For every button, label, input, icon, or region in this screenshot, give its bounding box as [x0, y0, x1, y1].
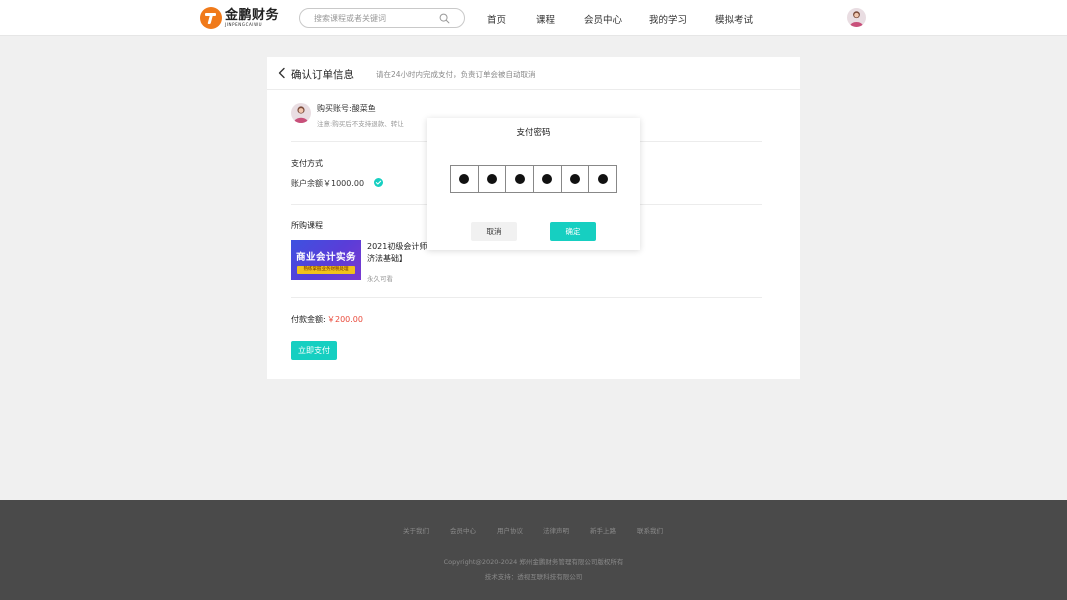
account-note: 注意:购买后不支持退款、转让 [317, 120, 404, 128]
password-digit [534, 166, 562, 192]
search-icon[interactable] [439, 13, 450, 24]
selected-check-icon[interactable] [374, 178, 383, 187]
logo-pinyin: JINPENGCAIWU [225, 22, 263, 27]
password-digit [506, 166, 535, 192]
footer-link-user-agreement[interactable]: 用户协议 [497, 525, 523, 535]
footer-link-about[interactable]: 关于我们 [403, 525, 429, 535]
course-thumbnail: 商业会计实务 熟练掌握业务财税处理 [291, 240, 361, 280]
footer-link-contact[interactable]: 联系我们 [637, 525, 663, 535]
payment-password-dialog: 支付密码 取消 确定 [427, 118, 640, 250]
masked-digit-dot [570, 174, 581, 184]
logo-name: 金鹏财务 [225, 8, 280, 23]
search-placeholder: 搜索课程或者关键词 [314, 14, 386, 23]
masked-digit-dot [542, 174, 553, 184]
password-digit [589, 166, 616, 192]
payment-amount-label: 付款金额: [291, 315, 326, 324]
confirm-button[interactable]: 确定 [550, 222, 596, 241]
footer-link-member-center[interactable]: 会员中心 [450, 525, 476, 535]
account-name: 购买账号:酸菜鱼 [317, 104, 376, 113]
masked-digit-dot [459, 174, 470, 184]
payment-deadline-tip: 请在24小时内完成支付，负责订单会被自动取消 [376, 70, 536, 79]
top-header: 金鹏财务 JINPENGCAIWU 搜索课程或者关键词 首页 课程 会员中心 我… [0, 0, 1067, 36]
course-name-line1: 2021初级会计师【 [367, 242, 429, 251]
masked-digit-dot [514, 174, 525, 184]
masked-digit-dot [487, 174, 497, 184]
footer-link-legal[interactable]: 法律声明 [543, 525, 569, 535]
copyright-text: Copyright@2020-2024 郑州金鹏财务管理有限公司版权所有 [443, 558, 624, 566]
password-input[interactable] [450, 165, 617, 193]
site-footer: 关于我们 会员中心 用户协议 法律声明 新手上路 联系我们 Copyright@… [0, 500, 1067, 600]
nav-member-center[interactable]: 会员中心 [584, 12, 622, 26]
nav-my-learning[interactable]: 我的学习 [649, 12, 687, 26]
password-digit [479, 166, 507, 192]
course-validity: 永久可看 [367, 275, 393, 283]
purchased-course-label: 所购课程 [291, 221, 323, 230]
order-card-header: 确认订单信息 请在24小时内完成支付，负责订单会被自动取消 [267, 57, 800, 90]
cancel-button[interactable]: 取消 [471, 222, 517, 241]
thumbnail-title: 商业会计实务 [295, 252, 356, 263]
logo-icon [200, 7, 222, 29]
dialog-title: 支付密码 [516, 128, 551, 138]
payment-amount-value: ￥200.00 [327, 315, 363, 324]
thumbnail-subtitle: 熟练掌握业务财税处理 [297, 266, 355, 274]
account-avatar [291, 103, 311, 123]
account-balance-option[interactable]: 账户余额￥1000.00 [291, 178, 364, 189]
site-logo[interactable]: 金鹏财务 JINPENGCAIWU [200, 6, 279, 30]
payment-method-label: 支付方式 [291, 159, 323, 168]
divider [291, 297, 762, 298]
nav-mock-exam[interactable]: 模拟考试 [715, 12, 753, 26]
password-digit [451, 166, 479, 192]
page-title: 确认订单信息 [291, 69, 354, 81]
search-input[interactable]: 搜索课程或者关键词 [299, 8, 465, 28]
pay-now-button[interactable]: 立即支付 [291, 341, 337, 360]
nav-courses[interactable]: 课程 [536, 12, 555, 26]
nav-home[interactable]: 首页 [487, 12, 506, 26]
password-digit [562, 166, 590, 192]
footer-link-newbie-guide[interactable]: 新手上路 [590, 525, 616, 535]
back-arrow-icon[interactable] [277, 67, 287, 79]
user-avatar[interactable] [847, 8, 866, 27]
masked-digit-dot [597, 174, 608, 184]
tech-support-text: 技术支持：透视互联科技有限公司 [484, 573, 583, 581]
course-name-line2: 济法基础】 [367, 254, 407, 263]
